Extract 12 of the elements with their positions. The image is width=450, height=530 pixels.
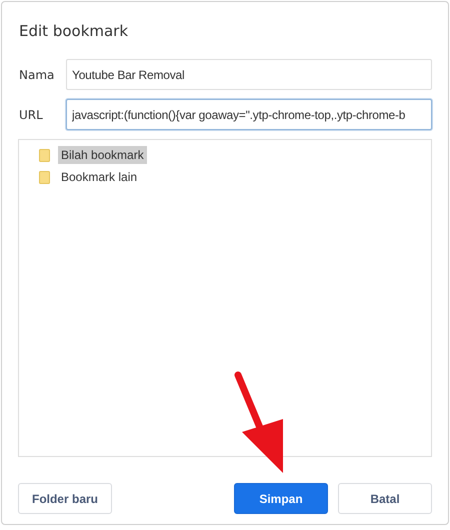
save-button[interactable]: Simpan (234, 483, 328, 514)
input-field[interactable]: Youtube Bar Removal (66, 59, 432, 90)
dialog-button[interactable]: Batal (338, 483, 432, 514)
folder-icon (39, 170, 50, 184)
dialog-title: Edit bookmark (19, 22, 130, 40)
folder-item[interactable]: Bilah bookmark (58, 146, 147, 164)
input-field[interactable]: javascript:(function(){var goaway=".ytp-chrome-top,.ytp-chrome-b (66, 99, 432, 130)
field-label: URL (18, 108, 44, 122)
folder-item[interactable]: Bookmark lain (58, 168, 140, 186)
folder-icon (39, 148, 50, 162)
field-label: Nama (18, 68, 56, 82)
dialog-button[interactable]: Folder baru (18, 483, 112, 514)
